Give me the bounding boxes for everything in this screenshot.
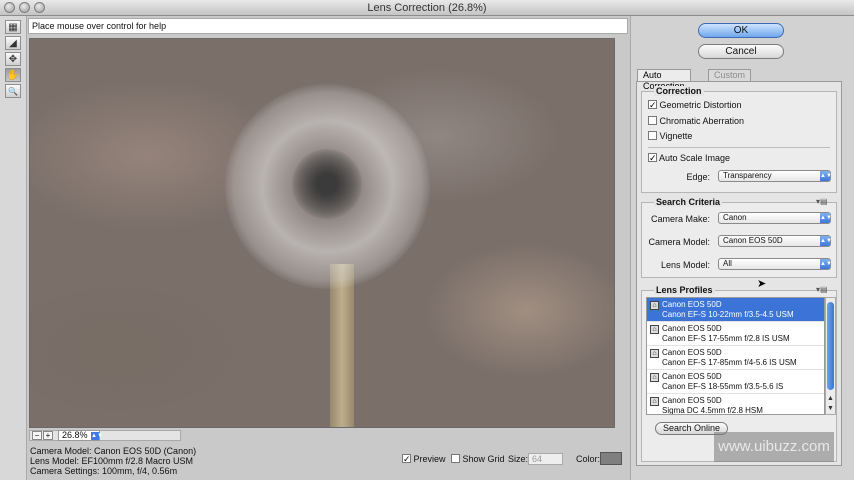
dandelion-core (292, 149, 362, 219)
lens-profiles-scrollbar[interactable]: ▲ ▼ (825, 297, 836, 415)
show-grid-checkbox[interactable] (451, 454, 460, 463)
lens-model-select[interactable]: All ▲▼ (718, 258, 832, 270)
lens-profiles-menu-icon[interactable]: ▾▤ (816, 285, 828, 294)
zoom-tool-icon[interactable]: 🔍 (5, 84, 21, 98)
remove-distortion-tool-icon[interactable]: ▦ (5, 20, 21, 34)
zoom-in-button[interactable]: + (43, 431, 53, 440)
select-arrow-icon: ▲▼ (820, 259, 832, 269)
preview-checkbox-row[interactable]: Preview (402, 454, 446, 464)
profile-camera: Canon EOS 50D (662, 300, 722, 309)
tab-auto-correction[interactable]: Auto Correction (637, 69, 691, 91)
camera-make-select[interactable]: Canon ▲▼ (718, 212, 832, 224)
grid-color-swatch[interactable] (600, 452, 622, 465)
correction-divider (648, 147, 830, 148)
camera-info: Camera Model: Canon EOS 50D (Canon) Lens… (30, 446, 196, 476)
select-arrow-icon: ▲▼ (820, 171, 832, 181)
tab-custom[interactable]: Custom (708, 69, 752, 81)
zoom-dropdown-arrow-icon[interactable]: ▲▼ (91, 432, 103, 440)
profile-camera: Canon EOS 50D (662, 348, 722, 357)
preview-label: Preview (413, 454, 446, 464)
zoom-out-button[interactable]: − (32, 431, 42, 440)
list-item[interactable]: ⌂ Canon EOS 50D Sigma DC 4.5mm f/2.8 HSM (647, 394, 824, 415)
geometric-distortion-checkbox[interactable] (648, 100, 657, 109)
list-item[interactable]: ⌂ Canon EOS 50D Canon EF-S 18-55mm f/3.5… (647, 370, 824, 394)
geometric-distortion-label: Geometric Distortion (659, 100, 742, 110)
chromatic-aberration-label: Chromatic Aberration (659, 116, 745, 126)
camera-profile-icon: ⌂ (650, 397, 659, 406)
select-arrow-icon: ▲▼ (820, 236, 832, 246)
camera-model-label: Camera Model: (648, 237, 710, 247)
grid-size-label: Size: (508, 454, 529, 464)
profile-camera: Canon EOS 50D (662, 324, 722, 333)
help-hint-text: Place mouse over control for help (28, 18, 628, 34)
vignette-label: Vignette (659, 131, 693, 141)
profile-lens: Canon EF-S 18-55mm f/3.5-5.6 IS (662, 382, 784, 391)
camera-model-value: Canon EOS 50D (723, 236, 783, 245)
grid-size-field[interactable]: 64 (528, 453, 563, 465)
vignette-checkbox[interactable] (648, 131, 657, 140)
profile-camera: Canon EOS 50D (662, 396, 722, 405)
profile-lens: Sigma DC 4.5mm f/2.8 HSM (662, 406, 763, 415)
profile-camera: Canon EOS 50D (662, 372, 722, 381)
correction-title: Correction (654, 86, 704, 96)
geometric-distortion-row[interactable]: Geometric Distortion (648, 100, 742, 110)
camera-settings-text: Camera Settings: 100mm, f/4, 0.56m (30, 466, 178, 476)
camera-profile-icon: ⌂ (650, 373, 659, 382)
scrollbar-thumb[interactable] (827, 302, 834, 390)
vignette-row[interactable]: Vignette (648, 131, 692, 141)
auto-scale-checkbox[interactable] (648, 153, 657, 162)
camera-make-value: Canon (723, 213, 747, 222)
profile-lens: Canon EF-S 17-85mm f/4-5.6 IS USM (662, 358, 797, 367)
straighten-tool-icon[interactable]: ◢ (5, 36, 21, 50)
mouse-pointer-icon: ➤ (757, 278, 767, 290)
edge-label: Edge: (686, 172, 710, 182)
list-item[interactable]: ⌂ Canon EOS 50D Canon EF-S 17-55mm f/2.8… (647, 322, 824, 346)
zoom-control: − + 26.8% ▲▼ (29, 430, 181, 441)
camera-profile-icon: ⌂ (650, 301, 659, 310)
tool-palette: ▦ ◢ ✥ ✋ 🔍 (0, 16, 27, 480)
profile-lens: Canon EF-S 17-55mm f/2.8 IS USM (662, 334, 790, 343)
move-grid-tool-icon[interactable]: ✥ (5, 52, 21, 66)
lens-model-value: All (723, 259, 732, 268)
zoom-level-value: 26.8% (62, 430, 88, 440)
auto-scale-row[interactable]: Auto Scale Image (648, 153, 730, 163)
camera-make-label: Camera Make: (650, 214, 710, 224)
profile-lens: Canon EF-S 10-22mm f/3.5-4.5 USM (662, 310, 794, 319)
chromatic-aberration-checkbox[interactable] (648, 116, 657, 125)
chromatic-aberration-row[interactable]: Chromatic Aberration (648, 116, 744, 126)
image-preview[interactable] (29, 38, 615, 428)
lens-profiles-list[interactable]: ⌂ Canon EOS 50D Canon EF-S 10-22mm f/3.5… (646, 297, 825, 415)
grid-color-label: Color: (576, 454, 601, 464)
scroll-down-icon[interactable]: ▼ (826, 404, 835, 413)
window-title: Lens Correction (26.8%) (367, 2, 487, 14)
preview-checkbox[interactable] (402, 454, 411, 463)
search-criteria-menu-icon[interactable]: ▾▤ (816, 197, 828, 206)
edge-value: Transparency (723, 171, 772, 180)
search-criteria-title: Search Criteria (654, 197, 723, 207)
show-grid-label: Show Grid (462, 454, 505, 464)
scroll-up-icon[interactable]: ▲ (826, 394, 835, 403)
hand-tool-icon[interactable]: ✋ (5, 68, 21, 82)
auto-scale-label: Auto Scale Image (659, 153, 731, 163)
lens-profiles-title: Lens Profiles (654, 285, 715, 295)
edge-select[interactable]: Transparency ▲▼ (718, 170, 832, 182)
select-arrow-icon: ▲▼ (820, 213, 832, 223)
cancel-button[interactable]: Cancel (698, 44, 784, 59)
ok-button[interactable]: OK (698, 23, 784, 38)
camera-profile-icon: ⌂ (650, 349, 659, 358)
list-item[interactable]: ⌂ Canon EOS 50D Canon EF-S 10-22mm f/3.5… (647, 298, 824, 322)
camera-model-text: Camera Model: Canon EOS 50D (Canon) (30, 446, 197, 456)
lens-model-label: Lens Model: (660, 260, 710, 270)
show-grid-checkbox-row[interactable]: Show Grid (451, 454, 505, 464)
camera-model-select[interactable]: Canon EOS 50D ▲▼ (718, 235, 832, 247)
title-bar: Lens Correction (26.8%) (0, 0, 854, 16)
list-item[interactable]: ⌂ Canon EOS 50D Canon EF-S 17-85mm f/4-5… (647, 346, 824, 370)
lens-model-text: Lens Model: EF100mm f/2.8 Macro USM (30, 456, 194, 466)
camera-profile-icon: ⌂ (650, 325, 659, 334)
watermark: www.uibuzz.com (714, 432, 834, 462)
